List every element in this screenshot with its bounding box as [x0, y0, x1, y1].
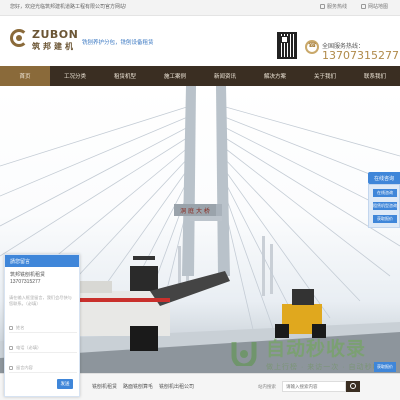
name-field[interactable]: 姓名 [9, 323, 77, 333]
nav-news[interactable]: 新闻资讯 [200, 66, 250, 86]
watermark-subtitle: 做上行榜 · 来访一次 · 自动秒收 [266, 364, 381, 371]
name-field-placeholder: 姓名 [16, 324, 25, 330]
online-consult-label: 在线咨询 [373, 175, 394, 182]
logo-mark-icon [10, 29, 28, 47]
search-icon[interactable] [346, 381, 360, 392]
site-search-input[interactable] [282, 381, 346, 392]
corner-badge[interactable]: 获取报价 [374, 362, 396, 372]
nav-solutions[interactable]: 解决方案 [250, 66, 300, 86]
nav-rental-models[interactable]: 租赁机型 [100, 66, 150, 86]
float-btn-consult[interactable]: 在线咨询 [373, 189, 397, 197]
phone-field[interactable]: 电话（必填） [9, 343, 77, 353]
watermark-logo-icon [231, 342, 257, 366]
nav-about[interactable]: 关于我们 [300, 66, 350, 86]
message-prompt: 请在输入框里留言，我们会尽快与您联系。（必填） [9, 295, 72, 306]
hotline-phone-icon [305, 40, 319, 54]
hotline-link-label: 服务热线 [326, 4, 347, 10]
online-consult-tab[interactable]: 在线咨询 [368, 172, 400, 184]
main-nav: 首页 工况分类 租赁机型 施工案例 新闻资讯 解决方案 关于我们 联系我们 [0, 66, 400, 86]
bottom-link-rental[interactable]: 铣刨机租赁 [92, 383, 117, 390]
message-panel-title: 請您留言 [5, 255, 79, 267]
sitemap-icon [360, 4, 366, 9]
message-field[interactable]: 留言内容 [9, 363, 77, 373]
bottom-link-milling[interactable]: 路面铣刨算毛 [123, 383, 153, 390]
phone-icon [9, 345, 13, 350]
phone-field-placeholder: 电话（必填） [16, 344, 42, 350]
top-bar: 您好，欢迎光临筑邦建机道路工程有限公司官方网站! 服务热线 网站地图 [0, 0, 400, 16]
search-label: 站内搜索 [258, 384, 276, 389]
sitemap-link[interactable]: 网站地图 [360, 3, 388, 10]
nav-conditions[interactable]: 工况分类 [50, 66, 100, 86]
site-logo[interactable]: ZUBON 筑邦建机 [10, 28, 79, 54]
message-panel: 請您留言 筑邦铣刨机租赁13707315277 请在输入框里留言，我们会尽快与您… [4, 254, 80, 397]
nav-contact[interactable]: 联系我们 [350, 66, 400, 86]
hotline-number: 13707315277 [322, 49, 399, 62]
nav-home[interactable]: 首页 [0, 66, 50, 86]
logo-chinese: 筑邦建机 [32, 42, 76, 51]
phone-icon [319, 4, 325, 9]
corner-badge-label: 获取报价 [377, 364, 393, 369]
header-slogan: 铣刨养护分包，铣刨设备租赁 [82, 40, 154, 46]
watermark: 自动秒收录 做上行榜 · 来访一次 · 自动秒收 [230, 330, 400, 380]
bottom-links: 铣刨机租赁 路面铣刨算毛 铣刨机出租公司 [92, 383, 194, 390]
nav-cases[interactable]: 施工案例 [150, 66, 200, 86]
logo-english: ZUBON [32, 28, 79, 41]
float-btn-quote[interactable]: 获取报价 [373, 215, 397, 223]
sitemap-link-label: 网站地图 [367, 4, 388, 10]
message-panel-greeting: 筑邦铣刨机租赁13707315277 [10, 272, 46, 285]
float-panel: 在线咨询 租赁机型咨询 获取报价 [368, 184, 400, 228]
user-icon [9, 325, 13, 330]
welcome-text: 您好，欢迎光临筑邦建机道路工程有限公司官方网站! [10, 4, 127, 10]
watermark-title: 自动秒收录 [266, 339, 367, 360]
qr-code-icon [277, 32, 297, 59]
float-btn-models[interactable]: 租赁机型咨询 [373, 202, 397, 210]
bridge-sign: 洞 庭 大 桥 [174, 204, 216, 216]
edit-icon [9, 365, 13, 370]
top-links: 服务热线 网站地图 [319, 3, 388, 10]
bottom-link-company[interactable]: 铣刨机出租公司 [159, 383, 194, 390]
message-field-placeholder: 留言内容 [16, 364, 33, 370]
hotline-link[interactable]: 服务热线 [319, 3, 347, 10]
send-button[interactable]: 发送 [57, 379, 73, 389]
